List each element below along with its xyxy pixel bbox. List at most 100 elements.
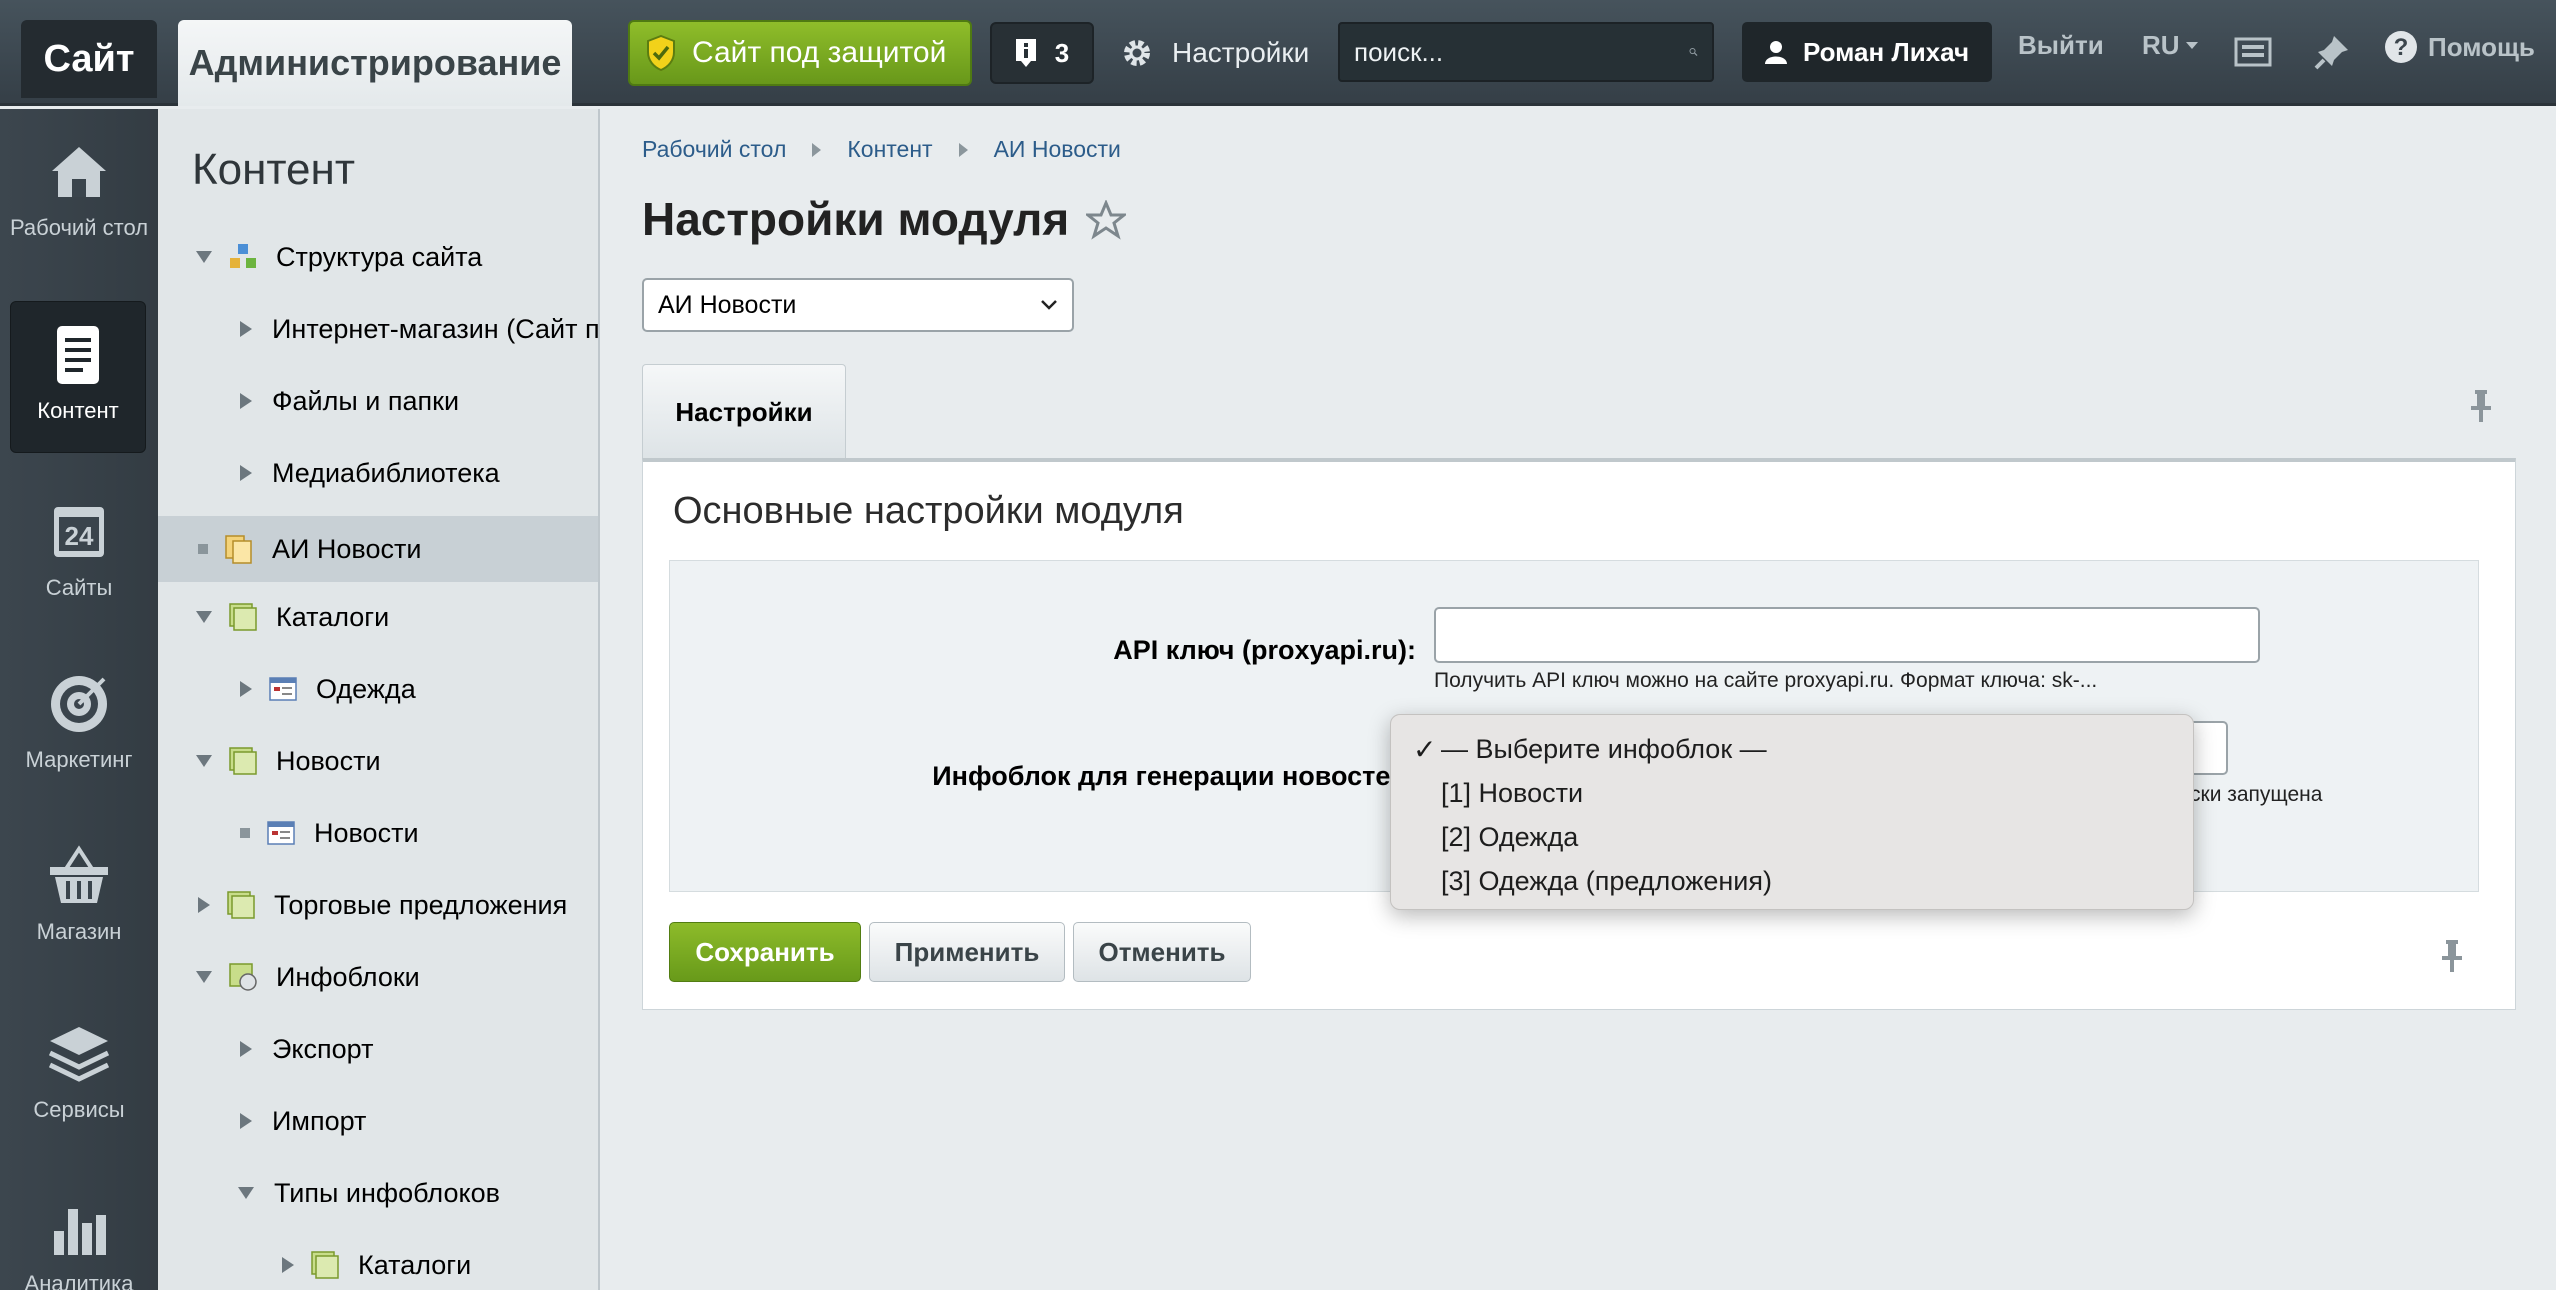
breadcrumb-item[interactable]: Контент: [847, 136, 932, 163]
expand-arrow-icon[interactable]: [196, 611, 212, 623]
menu-item-news[interactable]: Новости: [158, 800, 598, 866]
structure-icon: [230, 244, 256, 268]
breadcrumb-item[interactable]: АИ Новости: [994, 136, 1121, 163]
infoblock-dropdown: ✓ — Выберите инфоблок — [1] Новости [2] …: [1390, 714, 2194, 910]
menu-item-news-type[interactable]: Новости: [158, 728, 598, 794]
expand-arrow-icon[interactable]: [240, 1113, 252, 1129]
search-box: [1338, 22, 1714, 82]
menu-item-label: Экспорт: [272, 1033, 374, 1064]
module-select-value: АИ Новости: [658, 290, 797, 319]
language-selector[interactable]: RU: [2142, 30, 2198, 61]
nav-content[interactable]: Контент: [10, 301, 146, 453]
menu-item-catalogs[interactable]: Каталоги: [158, 584, 598, 650]
help-icon: ?: [2385, 31, 2417, 63]
bullet-icon: [198, 544, 208, 554]
menu-item-label: Интернет-магазин (Сайт по умолчанию): [272, 313, 600, 344]
info-icon: [1015, 39, 1036, 67]
pin-icon[interactable]: [2466, 388, 2496, 424]
nav-marketing[interactable]: Маркетинг: [0, 671, 158, 773]
pin-icon[interactable]: [2437, 938, 2467, 974]
expand-arrow-icon[interactable]: [240, 321, 252, 337]
menu-item-catalogs-type[interactable]: Каталоги: [158, 1232, 598, 1290]
iblock-type-icon: [229, 747, 257, 775]
expand-arrow-icon[interactable]: [196, 251, 212, 263]
api-key-label: API ключ (proxyapi.ru):: [1113, 635, 1416, 665]
pages-icon: [225, 535, 252, 564]
help-link[interactable]: ? Помощь: [2384, 30, 2535, 64]
expand-arrow-icon[interactable]: [196, 971, 212, 983]
iblock-type-icon: [311, 1251, 339, 1279]
nav-analytics[interactable]: Аналитика: [0, 1195, 158, 1290]
expand-arrow-icon[interactable]: [240, 393, 252, 409]
menu-item-files[interactable]: Файлы и папки: [158, 368, 598, 434]
menu-item-offers[interactable]: Торговые предложения: [158, 872, 598, 938]
menu-item-eshop[interactable]: Интернет-магазин (Сайт по умолчанию): [158, 296, 600, 362]
apply-button[interactable]: Применить: [869, 922, 1065, 982]
menu-item-export[interactable]: Экспорт: [158, 1016, 598, 1082]
dropdown-option[interactable]: [1] Новости: [1391, 771, 2193, 815]
expand-arrow-icon[interactable]: [198, 897, 210, 913]
content-menu: Контент Структура сайта Интернет-магазин…: [158, 109, 600, 1290]
menu-item-clothes[interactable]: Одежда: [158, 656, 598, 722]
menu-item-ai-news[interactable]: АИ Новости: [158, 516, 598, 582]
nav-desktop[interactable]: Рабочий стол: [0, 139, 158, 241]
breadcrumb-item[interactable]: Рабочий стол: [642, 136, 786, 163]
nav-sites[interactable]: 24 Сайты: [0, 499, 158, 601]
user-button[interactable]: Роман Лихач: [1742, 22, 1992, 82]
menu-item-label: Импорт: [272, 1105, 367, 1136]
tab-settings[interactable]: Настройки: [642, 364, 846, 460]
page-title: Настройки модуля: [642, 193, 1070, 245]
menu-item-import[interactable]: Импорт: [158, 1088, 598, 1154]
basket-icon: [50, 845, 108, 903]
search-icon[interactable]: [1689, 38, 1698, 66]
module-select[interactable]: АИ Новости: [642, 278, 1074, 332]
search-input[interactable]: [1354, 36, 1689, 68]
nav-services[interactable]: Сервисы: [0, 1021, 158, 1123]
menu-item-label: Инфоблоки: [276, 961, 420, 992]
menu-item-label: Одежда: [316, 673, 416, 704]
site-protected-button[interactable]: Сайт под защитой: [628, 20, 972, 86]
nav-shop[interactable]: Магазин: [0, 843, 158, 945]
expand-arrow-icon[interactable]: [240, 681, 252, 697]
dropdown-option[interactable]: [2] Одежда: [1391, 815, 2193, 859]
api-key-input[interactable]: [1434, 607, 2260, 663]
tab-administration[interactable]: Администрирование: [178, 20, 572, 106]
menu-item-label: Типы инфоблоков: [274, 1177, 500, 1208]
expand-arrow-icon[interactable]: [240, 1041, 252, 1057]
home-icon: [52, 147, 106, 197]
star-icon[interactable]: [1086, 200, 1126, 240]
tab-site[interactable]: Сайт: [21, 20, 157, 98]
menu-item-iblock-types[interactable]: Типы инфоблоков: [158, 1160, 598, 1226]
menu-item-site-structure[interactable]: Структура сайта: [158, 224, 598, 290]
chevron-down-icon: [2185, 42, 2198, 49]
dropdown-option[interactable]: [3] Одежда (предложения): [1391, 859, 2193, 903]
menu-title: Контент: [192, 145, 355, 194]
main-icon-bar: Рабочий стол Контент 24 Сайты Маркетинг: [0, 109, 158, 1290]
cancel-button[interactable]: Отменить: [1073, 922, 1251, 982]
save-button[interactable]: Сохранить: [669, 922, 861, 982]
settings-link[interactable]: Настройки: [1122, 28, 1309, 78]
dropdown-option[interactable]: ✓ — Выберите инфоблок —: [1391, 727, 2193, 771]
language-label: RU: [2142, 30, 2180, 60]
expand-arrow-icon[interactable]: [240, 465, 252, 481]
menu-item-medialib[interactable]: Медиабиблиотека: [158, 440, 598, 506]
checkmark-icon: ✓: [1413, 733, 1437, 765]
expand-arrow-icon[interactable]: [196, 755, 212, 767]
keyboard-icon[interactable]: [2234, 34, 2274, 74]
pin-icon[interactable]: [2312, 32, 2352, 72]
iblock-type-icon: [227, 891, 255, 919]
dropdown-option-label: [2] Одежда: [1441, 821, 1579, 852]
nav-sites-label: Сайты: [45, 575, 113, 600]
help-label: Помощь: [2428, 31, 2535, 62]
expand-arrow-icon[interactable]: [282, 1257, 294, 1273]
expand-arrow-icon[interactable]: [238, 1187, 254, 1199]
menu-item-infoblocks[interactable]: Инфоблоки: [158, 944, 598, 1010]
menu-item-label: Файлы и папки: [272, 385, 460, 416]
form-buttons: Сохранить Применить Отменить: [669, 922, 1251, 982]
logout-link[interactable]: Выйти: [2018, 30, 2104, 61]
notifications-button[interactable]: 3: [990, 22, 1094, 84]
svg-text:24: 24: [65, 521, 94, 551]
menu-item-label: Медиабиблиотека: [272, 457, 500, 488]
infoblock-label: Инфоблок для генерации новостей:: [932, 761, 1416, 791]
section-title: Основные настройки модуля: [673, 490, 1184, 532]
